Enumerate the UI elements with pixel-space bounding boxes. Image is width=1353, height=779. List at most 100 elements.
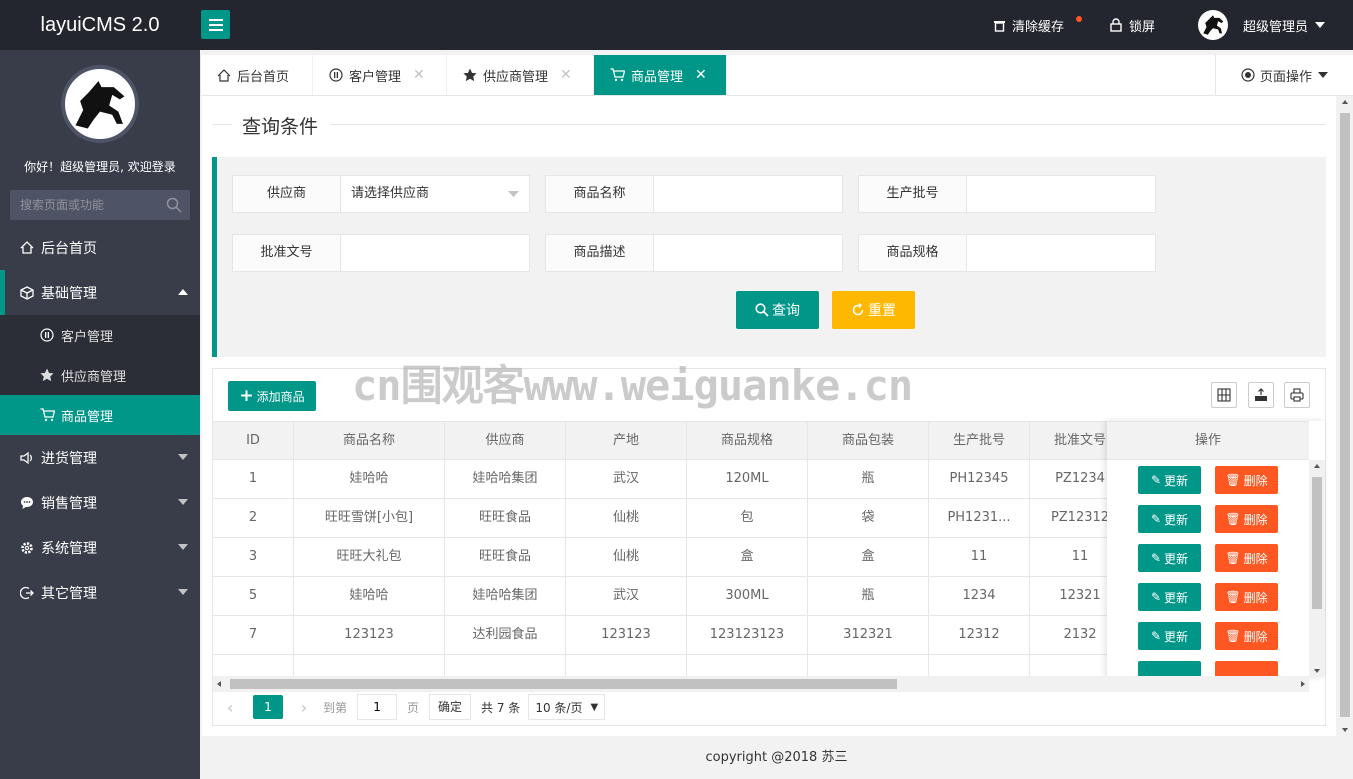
sidebar-item-label: 系统管理 bbox=[41, 540, 97, 557]
column-header[interactable]: 产地 bbox=[566, 422, 687, 460]
delete-button[interactable]: 🗑 删除 bbox=[1215, 505, 1278, 533]
column-header[interactable]: 供应商 bbox=[445, 422, 566, 460]
column-header[interactable]: ID bbox=[213, 422, 294, 460]
goods-spec-input[interactable] bbox=[967, 235, 1155, 271]
close-icon[interactable]: ✕ bbox=[695, 67, 707, 83]
sidebar-item-system[interactable]: 系统管理 bbox=[0, 525, 200, 570]
table-cell: 123123123 bbox=[687, 616, 808, 654]
table-cell bbox=[445, 655, 566, 676]
trash-icon: 🗑 bbox=[1225, 629, 1241, 643]
page-operations-dropdown[interactable]: 页面操作 bbox=[1215, 55, 1353, 95]
edit-button[interactable]: ✎ 更新 bbox=[1138, 622, 1201, 650]
next-page-icon[interactable]: › bbox=[291, 698, 317, 717]
pencil-icon: ✎ bbox=[1150, 590, 1162, 604]
sidebar-item-purchase[interactable]: 进货管理 bbox=[0, 435, 200, 480]
pagination: ‹ 1 › 到第 页 确定 共 7 条 10 条/页 ▼ bbox=[213, 685, 1325, 729]
goto-confirm-button[interactable]: 确定 bbox=[429, 694, 472, 720]
scroll-thumb[interactable] bbox=[1340, 113, 1350, 717]
add-goods-button[interactable]: + 添加商品 bbox=[228, 381, 316, 411]
app-logo[interactable]: layuiCMS 2.0 bbox=[0, 0, 200, 50]
table-cell: 2 bbox=[213, 499, 294, 537]
scroll-thumb[interactable] bbox=[1312, 477, 1322, 609]
sidebar-search-input[interactable] bbox=[10, 190, 190, 220]
radio-dot-icon bbox=[1241, 68, 1255, 82]
close-icon[interactable]: ✕ bbox=[560, 67, 572, 83]
print-button[interactable] bbox=[1284, 382, 1310, 408]
user-menu[interactable]: 超级管理员 bbox=[1198, 0, 1326, 50]
query-form: 供应商 请选择供应商 商品名称 生产批号 批准文号 商品描述 商品规格 查询 重… bbox=[212, 157, 1326, 357]
column-header[interactable]: 生产批号 bbox=[929, 422, 1030, 460]
reset-button[interactable]: 重置 bbox=[832, 291, 915, 329]
caret-down-icon bbox=[1315, 22, 1326, 28]
table-cell: 1 bbox=[213, 460, 294, 498]
goods-desc-input[interactable] bbox=[654, 235, 842, 271]
vertical-scrollbar[interactable] bbox=[1309, 460, 1325, 677]
search-button[interactable]: 查询 bbox=[736, 291, 819, 329]
delete-button[interactable] bbox=[1215, 661, 1278, 677]
columns-filter-button[interactable] bbox=[1211, 382, 1237, 408]
table-cell: 旺旺食品 bbox=[445, 499, 566, 537]
table-cell: 300ML bbox=[687, 577, 808, 615]
select-value: 请选择供应商 bbox=[351, 186, 430, 201]
user-avatar bbox=[61, 65, 139, 143]
sidebar-item-sales[interactable]: 销售管理 bbox=[0, 480, 200, 525]
chat-icon bbox=[21, 496, 33, 509]
sidebar-item-supplier[interactable]: 供应商管理 bbox=[0, 355, 200, 395]
batch-no-input[interactable] bbox=[967, 176, 1155, 212]
sidebar-item-goods[interactable]: 商品管理 bbox=[0, 395, 200, 435]
tab-supplier[interactable]: 供应商管理 ✕ bbox=[447, 55, 594, 95]
supplier-select[interactable]: 请选择供应商 bbox=[341, 176, 529, 212]
divider bbox=[212, 124, 232, 125]
delete-button[interactable]: 🗑 删除 bbox=[1215, 622, 1278, 650]
delete-label: 删除 bbox=[1243, 590, 1268, 605]
sidebar: 你好！超级管理员, 欢迎登录 后台首页 基础管理 客户管理 供应商管理 商品管理… bbox=[0, 50, 200, 779]
goods-name-input[interactable] bbox=[654, 176, 842, 212]
close-icon[interactable]: ✕ bbox=[413, 67, 425, 83]
sidebar-item-label: 后台首页 bbox=[41, 240, 97, 257]
search-icon bbox=[166, 197, 182, 213]
pause-circle-icon bbox=[40, 328, 54, 342]
edit-button[interactable] bbox=[1138, 661, 1201, 677]
approval-no-input[interactable] bbox=[341, 235, 529, 271]
delete-button[interactable]: 🗑 删除 bbox=[1215, 544, 1278, 572]
field-label: 商品规格 bbox=[859, 235, 967, 271]
table-cell bbox=[294, 655, 445, 676]
page-size-select[interactable]: 10 条/页 ▼ bbox=[528, 694, 606, 720]
export-button[interactable] bbox=[1248, 382, 1274, 408]
sidebar-item-customer[interactable]: 客户管理 bbox=[0, 315, 200, 355]
column-header[interactable]: 商品名称 bbox=[294, 422, 445, 460]
edit-button[interactable]: ✎ 更新 bbox=[1138, 544, 1201, 572]
page-scrollbar[interactable] bbox=[1337, 96, 1353, 736]
delete-button[interactable]: 🗑 删除 bbox=[1215, 466, 1278, 494]
goto-page-input[interactable] bbox=[357, 694, 398, 720]
page-size-value: 10 条/页 bbox=[535, 700, 583, 715]
star-icon bbox=[40, 368, 54, 382]
column-header[interactable]: 商品规格 bbox=[687, 422, 808, 460]
sidebar-item-basic[interactable]: 基础管理 bbox=[0, 270, 200, 315]
caret-down-icon bbox=[178, 454, 188, 460]
clear-cache-button[interactable]: 清除缓存 bbox=[993, 0, 1082, 50]
column-header[interactable]: 商品包装 bbox=[808, 422, 929, 460]
total-count: 共 7 条 bbox=[481, 700, 521, 715]
tab-home[interactable]: 后台首页 bbox=[201, 55, 313, 95]
edit-button[interactable]: ✎ 更新 bbox=[1138, 505, 1201, 533]
notification-dot bbox=[1076, 16, 1082, 22]
query-legend: 查询条件 bbox=[242, 116, 319, 138]
current-page[interactable]: 1 bbox=[253, 695, 283, 719]
sidebar-item-other[interactable]: 其它管理 bbox=[0, 570, 200, 615]
sidebar-item-home[interactable]: 后台首页 bbox=[0, 225, 200, 270]
table-cell: 瓶 bbox=[808, 460, 929, 498]
lock-screen-button[interactable]: 锁屏 bbox=[1110, 0, 1155, 50]
trash-icon: 🗑 bbox=[1225, 512, 1241, 526]
edit-button[interactable]: ✎ 更新 bbox=[1138, 466, 1201, 494]
tab-customer[interactable]: 客户管理 ✕ bbox=[313, 55, 447, 95]
edit-label: 更新 bbox=[1164, 473, 1189, 488]
delete-button[interactable]: 🗑 删除 bbox=[1215, 583, 1278, 611]
edit-button[interactable]: ✎ 更新 bbox=[1138, 583, 1201, 611]
menu-toggle-button[interactable] bbox=[201, 10, 230, 39]
prev-page-icon[interactable]: ‹ bbox=[227, 698, 253, 717]
table-cell: 袋 bbox=[808, 499, 929, 537]
tab-goods[interactable]: 商品管理 ✕ bbox=[594, 55, 727, 95]
table-cell: 120ML bbox=[687, 460, 808, 498]
table-cell: 3 bbox=[213, 538, 294, 576]
